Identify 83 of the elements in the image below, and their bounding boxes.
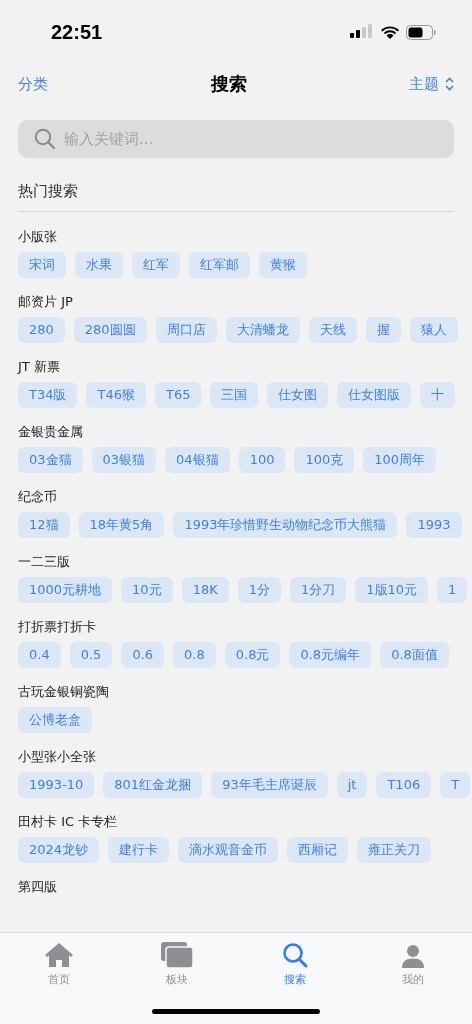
tag-chip[interactable]: 18K [181,577,229,603]
tag-chip[interactable]: 18年黄5角 [78,512,165,538]
tag-chip[interactable]: 801红金龙捆 [103,772,203,798]
section-heading: 热门搜索 [18,182,79,201]
tag-chip[interactable]: 280 [18,317,65,343]
tag-chip[interactable]: 天线 [308,317,357,343]
tag-chip[interactable]: 西厢记 [287,837,349,863]
tag-chip[interactable]: 93年毛主席诞辰 [211,772,328,798]
tag-chip[interactable]: 0.8面值 [380,642,449,668]
tag-chip[interactable]: 0.8 [173,642,216,668]
tag-chip[interactable]: 1993年珍惜野生动物纪念币大熊猫 [173,512,398,538]
tag-chip[interactable]: T65 [154,382,202,408]
tag-chip[interactable]: 10元 [121,577,173,603]
tag-chip[interactable]: 仕女图版 [337,382,412,408]
tag-chip[interactable]: 三国 [210,382,259,408]
group-heading: JT 新票 [18,358,61,376]
group-heading: 第四版 [18,878,58,896]
tag-chip[interactable]: 滴水观音金币 [178,837,279,863]
tag-chip[interactable]: 周口店 [155,317,217,343]
tag-chip[interactable]: 水果 [75,252,123,278]
clock-time: 22:51 [51,20,103,44]
tag-chip[interactable]: 03金猫 [18,447,83,473]
tag-chip[interactable]: 2024龙钞 [18,837,100,863]
group-heading: 田村卡 IC 卡专栏 [18,813,119,831]
group-heading: 小版张 [18,228,58,246]
house-icon [44,942,74,968]
tab-item[interactable]: 首页 [0,939,118,987]
tab-item[interactable]: 搜索 [236,939,354,987]
tag-chip[interactable]: 12猫 [18,512,70,538]
tag-chip[interactable]: 1分刀 [290,577,347,603]
category-link[interactable]: 分类 [18,74,48,94]
tag-chip[interactable]: 1分 [237,577,281,603]
tag-chip[interactable]: 宋词 [18,252,66,278]
tab-item[interactable]: 我的 [354,939,472,987]
tag-chip[interactable]: 雍正关刀 [357,837,432,863]
tag-chip[interactable]: 100克 [294,447,355,473]
tag-chip[interactable]: T34版 [18,382,78,408]
page-title: 搜索 [210,72,247,96]
tag-chip[interactable]: 大清蟠龙 [225,317,300,343]
tag-chip[interactable]: 0.5 [69,642,113,668]
battery-icon [406,24,436,40]
group-heading: 金银贵金属 [18,423,84,441]
tag-chip[interactable]: 红军邮 [189,252,250,278]
tag-chip[interactable]: 03银猫 [91,447,157,473]
tag-chip[interactable]: 100周年 [363,447,437,473]
tag-chip[interactable]: 公博老盒 [18,707,92,733]
tag-chip[interactable]: 280圆圆 [73,317,147,343]
tag-chip[interactable]: 建行卡 [108,837,170,863]
person-icon [401,944,425,968]
tag-chip[interactable]: 黄猴 [259,252,307,278]
tag-chip[interactable]: 握 [365,317,401,343]
tag-chip[interactable]: 0.8元编年 [289,642,372,668]
tag-chip[interactable]: 十 [420,382,456,408]
wifi-icon [380,24,400,40]
tag-chip[interactable]: 1版10元 [355,577,429,603]
tag-chip[interactable]: 0.6 [121,642,165,668]
group-heading: 邮资片 JP [18,293,74,311]
chevron-updown-icon [445,77,454,91]
tag-chip[interactable]: 红军 [132,252,180,278]
tag-chip[interactable]: 1 [437,577,468,603]
tag-chip[interactable]: T46猴 [86,382,146,408]
signal-icon [350,24,374,40]
theme-menu[interactable]: 主题 [409,74,454,94]
tag-chip[interactable]: 1993-10 [18,772,95,798]
tag-chip[interactable]: 1993 [406,512,462,538]
tag-chip[interactable]: 0.4 [18,642,61,668]
tag-chip[interactable]: 0.8元 [224,642,281,668]
group-heading: 一二三版 [18,553,71,571]
tag-chip[interactable]: jt [336,772,368,798]
tab-item[interactable]: 板块 [118,939,236,987]
search-icon [282,942,308,968]
tag-chip[interactable]: T [440,772,471,798]
stacked-cards-icon [161,942,193,968]
tag-chip[interactable]: 仕女图 [267,382,329,408]
tag-chip[interactable]: T106 [376,772,432,798]
group-heading: 古玩金银铜瓷陶 [18,683,110,701]
tag-chip[interactable]: 04银猫 [165,447,230,473]
tag-chip[interactable]: 100 [238,447,286,473]
group-heading: 小型张小全张 [18,748,97,766]
group-heading: 打折票打折卡 [18,618,97,636]
tag-chip[interactable]: 1000元耕地 [18,577,113,603]
group-heading: 纪念币 [18,488,58,506]
tag-chip[interactable]: 猿人 [409,317,458,343]
